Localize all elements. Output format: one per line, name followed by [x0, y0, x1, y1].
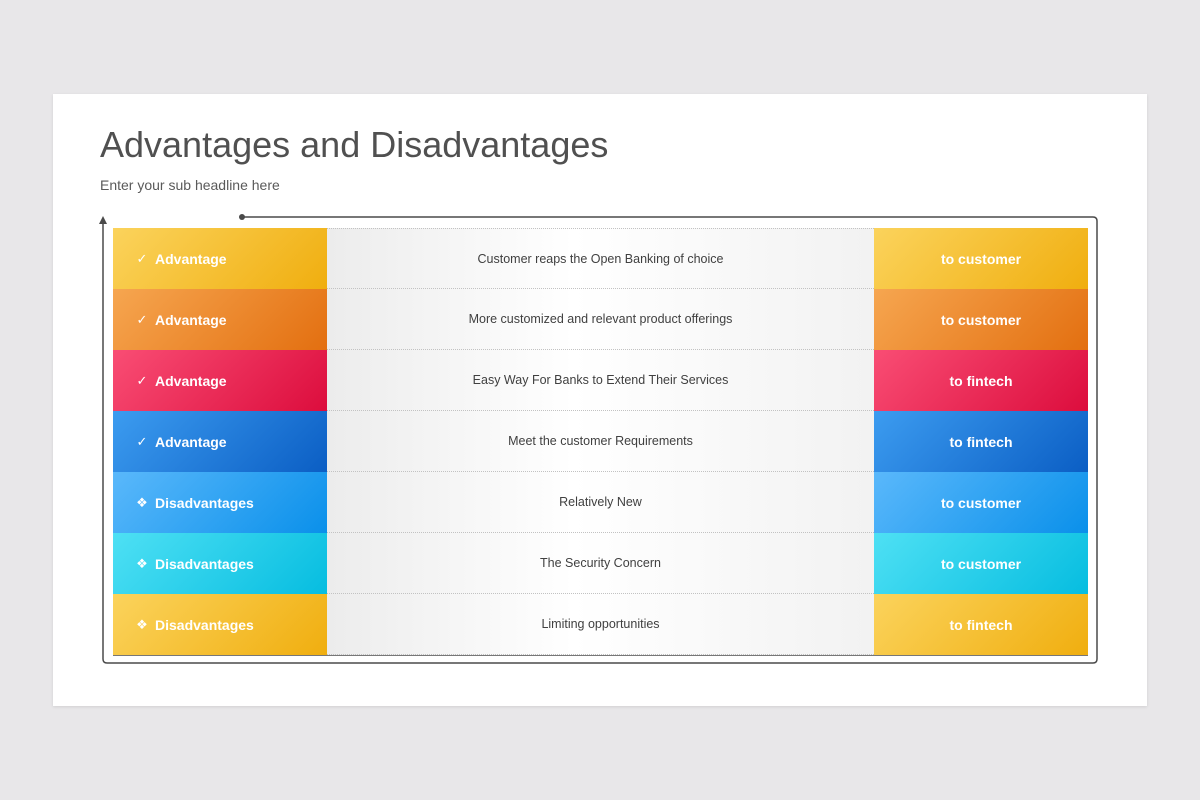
- row-type-label: Advantage: [155, 433, 227, 450]
- row-target-cell: to customer: [874, 289, 1088, 350]
- row-description: The Security Concern: [327, 533, 874, 594]
- arrow-up-icon: [99, 216, 107, 224]
- row-target-cell: to fintech: [874, 594, 1088, 655]
- row-type-cell: ✓ Advantage: [113, 289, 327, 350]
- row-type-label: Advantage: [155, 372, 227, 389]
- table-row: ✓ Advantage Easy Way For Banks to Extend T…: [113, 350, 1088, 411]
- row-target-label: to customer: [940, 311, 1022, 328]
- row-target-label: to fintech: [949, 433, 1013, 450]
- slide: Advantages and Disadvantages Enter your …: [53, 94, 1147, 706]
- table-row: ❖ Disadvantages Limiting opportunities to f…: [113, 594, 1088, 655]
- row-type-cell: ✓ Advantage: [113, 411, 327, 472]
- row-target-label: to customer: [940, 555, 1022, 572]
- row-type-cell: ❖ Disadvantages: [113, 594, 327, 655]
- page-title: Advantages and Disadvantages: [100, 124, 609, 165]
- row-target-label: to fintech: [949, 372, 1013, 389]
- diamond-bullet-icon: ❖: [136, 616, 148, 632]
- row-type-label: Advantage: [155, 311, 227, 328]
- check-icon: ✓: [136, 311, 148, 327]
- check-icon: ✓: [136, 372, 148, 388]
- row-type-cell: ❖ Disadvantages: [113, 533, 327, 594]
- check-icon: ✓: [136, 433, 148, 449]
- row-description: Limiting opportunities: [327, 594, 874, 655]
- table-row: ✓ Advantage More customized and relevant p…: [113, 289, 1088, 350]
- row-target-cell: to customer: [874, 472, 1088, 533]
- row-description: Meet the customer Requirements: [327, 411, 874, 472]
- row-type-cell: ✓ Advantage: [113, 228, 327, 289]
- check-icon: ✓: [136, 250, 148, 266]
- table-row: ❖ Disadvantages The Security Concern to cus…: [113, 533, 1088, 594]
- table-row: ✓ Advantage Meet the customer Requirements…: [113, 411, 1088, 472]
- diamond-bullet-icon: ❖: [136, 555, 148, 571]
- connector-dot-icon: [239, 214, 245, 220]
- row-type-cell: ❖ Disadvantages: [113, 472, 327, 533]
- comparison-table: ✓ Advantage Customer reaps the Open Bankin…: [113, 228, 1088, 655]
- row-target-cell: to customer: [874, 228, 1088, 289]
- table-row: ❖ Disadvantages Relatively New to customer: [113, 472, 1088, 533]
- row-description: Easy Way For Banks to Extend Their Servi…: [327, 350, 874, 411]
- row-description: Relatively New: [327, 472, 874, 533]
- row-type-label: Advantage: [155, 250, 227, 267]
- row-type-label: Disadvantages: [155, 616, 254, 633]
- row-target-cell: to fintech: [874, 350, 1088, 411]
- row-type-cell: ✓ Advantage: [113, 350, 327, 411]
- row-description: More customized and relevant product off…: [327, 289, 874, 350]
- row-type-label: Disadvantages: [155, 494, 254, 511]
- row-target-label: to customer: [940, 250, 1022, 267]
- row-target-label: to customer: [940, 494, 1022, 511]
- row-target-label: to fintech: [949, 616, 1013, 633]
- diamond-bullet-icon: ❖: [136, 494, 148, 510]
- sub-headline: Enter your sub headline here: [100, 177, 280, 193]
- row-type-label: Disadvantages: [155, 555, 254, 572]
- table-row: ✓ Advantage Customer reaps the Open Bankin…: [113, 228, 1088, 289]
- row-target-cell: to customer: [874, 533, 1088, 594]
- row-target-cell: to fintech: [874, 411, 1088, 472]
- row-description: Customer reaps the Open Banking of choic…: [327, 228, 874, 289]
